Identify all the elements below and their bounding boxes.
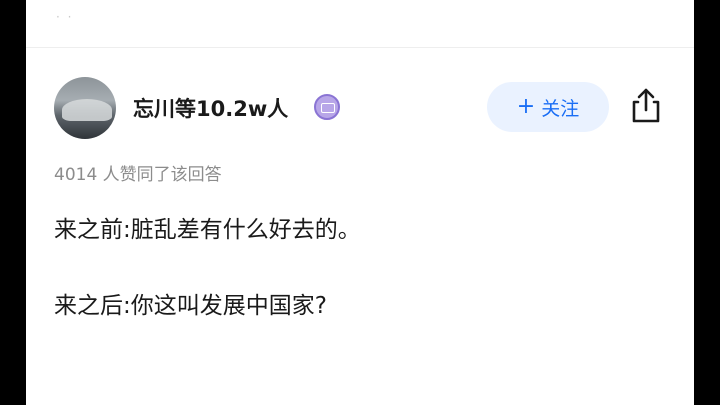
agree-count: 4014 人赞同了该回答 [54, 165, 222, 185]
badge-inner-icon [321, 103, 335, 113]
answer-paragraph: 来之前:脏乱差有什么好去的。 [54, 217, 361, 243]
plus-icon: + [516, 94, 536, 119]
answer-card: · · 忘川等10.2w人 + 关注 4014 人赞同了该回答 来之前:脏乱差有… [26, 0, 694, 405]
author-avatar[interactable] [54, 77, 116, 139]
avatar-mountain [62, 99, 112, 121]
answer-paragraph: 来之后:你这叫发展中国家? [54, 293, 327, 319]
follow-label: 关注 [541, 97, 580, 120]
author-name[interactable]: 忘川等10.2w人 [133, 93, 288, 123]
divider [26, 47, 694, 48]
share-icon[interactable] [628, 87, 664, 125]
badge-icon [314, 94, 340, 120]
top-dots: · · [56, 10, 74, 24]
follow-button[interactable]: + 关注 [487, 82, 609, 132]
